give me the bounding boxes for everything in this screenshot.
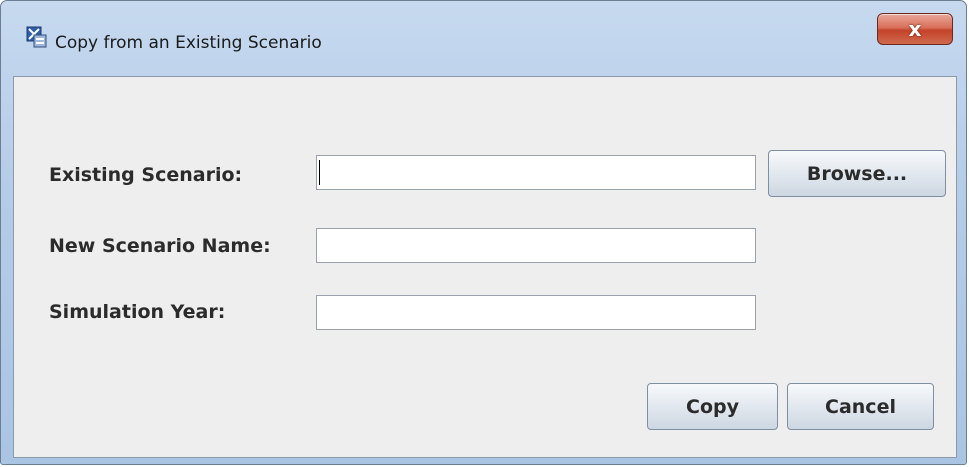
new-scenario-name-input[interactable] bbox=[316, 228, 756, 263]
simulation-year-input[interactable] bbox=[316, 295, 756, 330]
browse-button[interactable]: Browse... bbox=[768, 150, 946, 197]
close-button[interactable]: x bbox=[877, 13, 953, 45]
scenario-app-icon bbox=[26, 26, 48, 48]
new-scenario-name-label: New Scenario Name: bbox=[49, 235, 271, 257]
text-caret bbox=[319, 160, 320, 185]
title-bar[interactable]: Copy from an Existing Scenario x bbox=[1, 1, 966, 77]
existing-scenario-label: Existing Scenario: bbox=[49, 164, 243, 186]
cancel-button[interactable]: Cancel bbox=[787, 383, 934, 430]
simulation-year-label: Simulation Year: bbox=[49, 301, 226, 323]
close-icon: x bbox=[908, 17, 922, 41]
copy-button[interactable]: Copy bbox=[647, 383, 778, 430]
dialog-window: Copy from an Existing Scenario x Existin… bbox=[0, 0, 967, 465]
window-title: Copy from an Existing Scenario bbox=[55, 33, 322, 53]
existing-scenario-input[interactable] bbox=[316, 155, 756, 190]
